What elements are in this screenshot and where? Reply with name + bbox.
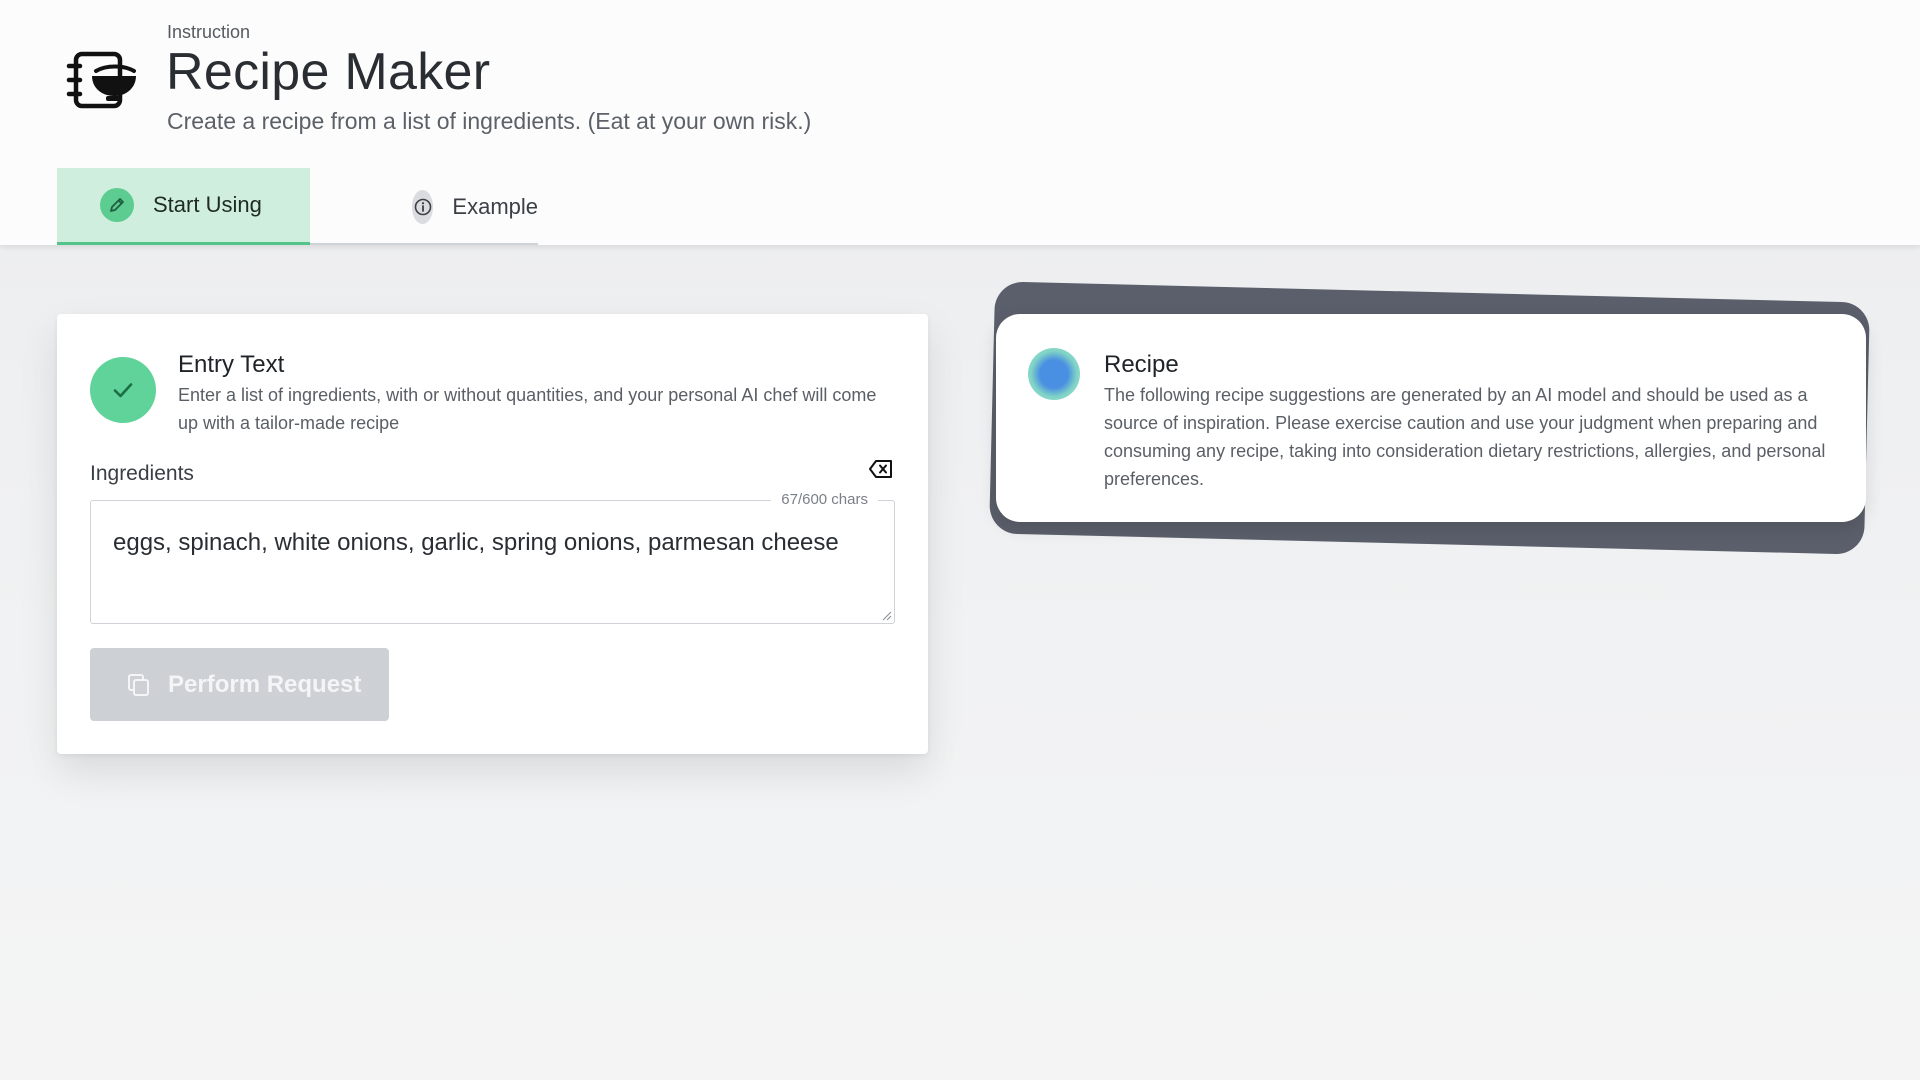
char-counter: 67/600 chars <box>771 491 878 508</box>
perform-request-button[interactable]: Perform Request <box>90 648 389 721</box>
entry-text-card: Entry Text Enter a list of ingredients, … <box>57 314 928 754</box>
breadcrumb: Instruction <box>167 22 251 42</box>
ingredients-label: Ingredients <box>90 462 194 485</box>
backspace-icon <box>869 460 892 478</box>
ingredients-input[interactable]: eggs, spinach, white onions, garlic, spr… <box>113 529 883 557</box>
page-title: Recipe Maker <box>166 43 491 101</box>
clear-input-button[interactable] <box>867 457 895 481</box>
recipe-card-description: The following recipe suggestions are gen… <box>1104 385 1826 489</box>
pencil-icon <box>100 188 134 222</box>
recipe-bowl-icon <box>66 51 136 109</box>
tab-bar: Start Using Example <box>57 168 538 245</box>
recipe-card: Recipe The following recipe suggestions … <box>996 314 1866 522</box>
entry-card-title: Entry Text <box>178 351 285 378</box>
perform-request-label: Perform Request <box>168 670 362 698</box>
tab-label: Start Using <box>153 192 262 217</box>
loading-status-icon <box>1028 348 1080 400</box>
check-icon <box>90 357 156 423</box>
entry-card-description: Enter a list of ingredients, with or wit… <box>178 385 877 433</box>
resize-handle-icon[interactable] <box>880 609 892 621</box>
page-header: Instruction Recipe Maker Create a recipe… <box>0 0 1920 245</box>
tab-start-using[interactable]: Start Using <box>57 168 310 245</box>
tab-label: Example <box>452 193 538 219</box>
ingredients-field-container: 67/600 chars eggs, spinach, white onions… <box>90 491 895 624</box>
copy-icon <box>128 673 149 696</box>
info-icon <box>412 189 434 224</box>
recipe-card-title: Recipe <box>1104 351 1179 378</box>
tab-example[interactable]: Example <box>342 168 538 245</box>
page-subtitle: Create a recipe from a list of ingredien… <box>167 108 812 134</box>
